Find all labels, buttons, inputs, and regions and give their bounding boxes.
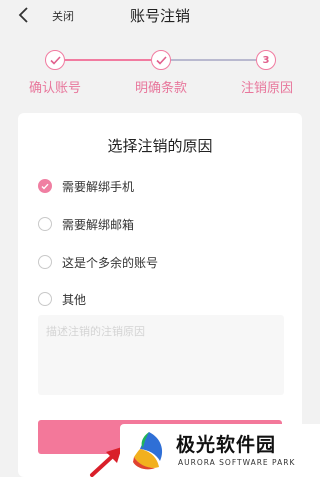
step-connector-done (65, 59, 151, 61)
option-other[interactable]: 其他 (38, 290, 86, 308)
option-label: 需要解绑邮箱 (62, 217, 135, 232)
option-label: 需要解绑手机 (62, 179, 135, 194)
step-3-number: 3 (256, 50, 276, 70)
step-connector-pending (171, 59, 256, 61)
step-1-check-icon (45, 50, 65, 70)
watermark-title: 极光软件园 (176, 434, 277, 456)
step-3-number-text: 3 (262, 54, 270, 66)
watermark-subtitle: AURORA SOFTWARE PARK (178, 458, 296, 467)
option-label: 其他 (62, 292, 87, 307)
option-unbind-email[interactable]: 需要解绑邮箱 (38, 215, 134, 233)
reason-card: 选择注销的原因 需要解绑手机 需要解绑邮箱 这是个多余的账号 其他 (18, 113, 302, 477)
option-label: 这是个多余的账号 (62, 255, 159, 270)
step-2-label: 明确条款 (134, 81, 187, 96)
aurora-logo-icon (128, 430, 170, 472)
card-title: 选择注销的原因 (107, 137, 213, 155)
watermark-banner: 极光软件园 AURORA SOFTWARE PARK (120, 424, 320, 477)
step-1-label: 确认账号 (28, 81, 81, 96)
radio-unchecked-icon[interactable] (38, 292, 52, 306)
red-arrow-icon (88, 444, 124, 477)
step-2-check-icon (151, 50, 171, 70)
step-indicator: 3 确认账号 明确条款 注销原因 (0, 30, 320, 108)
page-title: 账号注销 (129, 7, 190, 25)
radio-unchecked-icon[interactable] (38, 255, 52, 269)
option-unbind-phone[interactable]: 需要解绑手机 (38, 177, 134, 195)
option-redundant-account[interactable]: 这是个多余的账号 (38, 253, 158, 271)
radio-checked-icon[interactable] (38, 179, 52, 193)
step-3-label: 注销原因 (240, 81, 293, 96)
nav-bar: 关闭 账号注销 (0, 0, 320, 30)
reason-textarea[interactable] (38, 315, 284, 395)
radio-unchecked-icon[interactable] (38, 217, 52, 231)
